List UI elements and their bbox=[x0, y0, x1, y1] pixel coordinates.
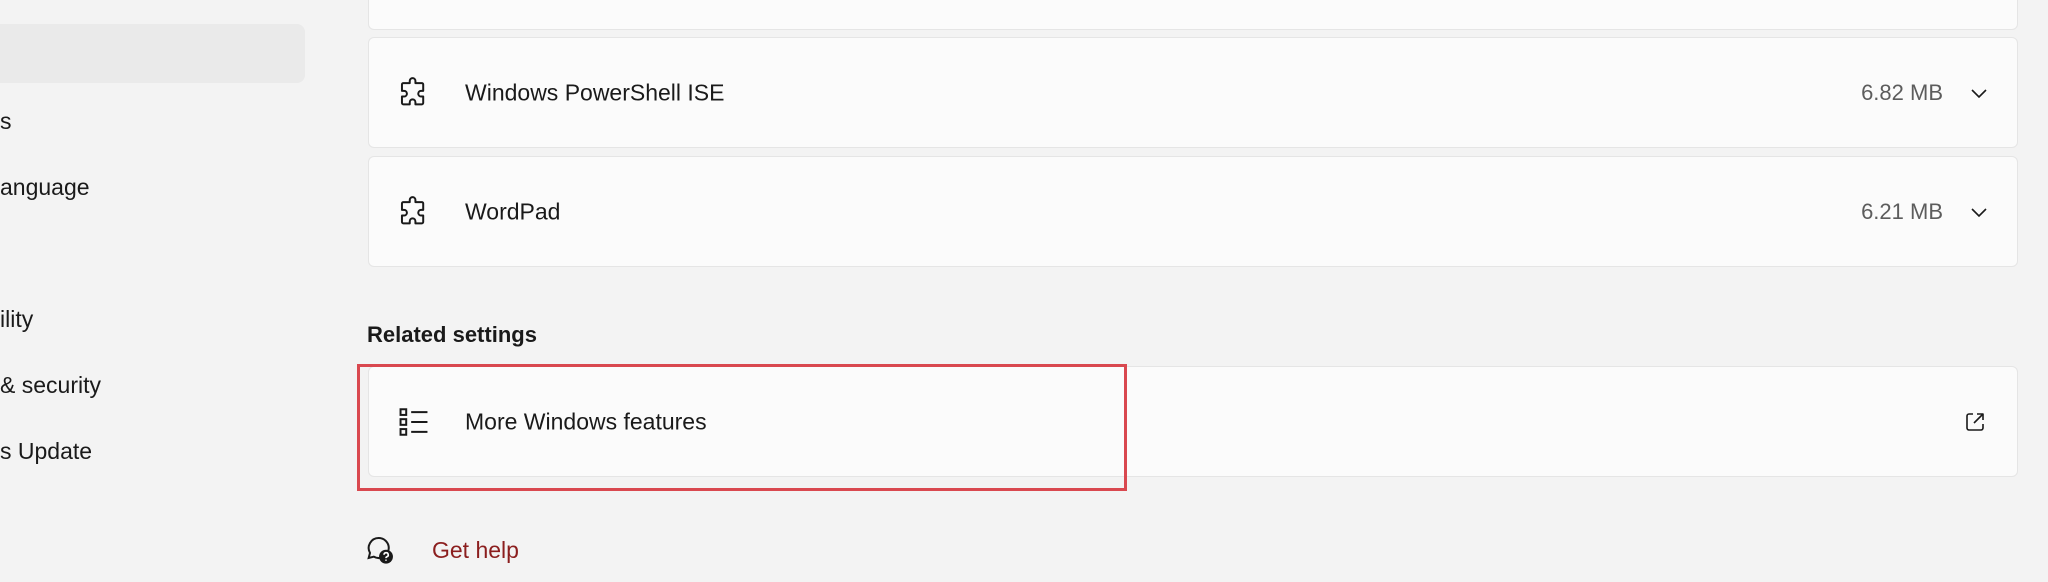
sidebar-item-accessibility[interactable]: ility bbox=[0, 299, 33, 339]
feature-card-previous[interactable] bbox=[368, 0, 2018, 30]
feature-name: Windows PowerShell ISE bbox=[465, 79, 725, 105]
feature-name: WordPad bbox=[465, 198, 561, 224]
sidebar-item-time-language[interactable]: anguage bbox=[0, 167, 90, 207]
chevron-down-icon[interactable] bbox=[1969, 83, 1989, 103]
feature-size: 6.21 MB bbox=[1861, 198, 1943, 224]
puzzle-icon bbox=[400, 76, 425, 105]
settings-page: s anguage ility & security s Update Wind… bbox=[0, 0, 2048, 582]
feature-row-wordpad[interactable]: WordPad 6.21 MB bbox=[368, 156, 2018, 267]
sidebar-item-windows-update[interactable]: s Update bbox=[0, 431, 92, 471]
feature-size: 6.82 MB bbox=[1861, 79, 1943, 105]
chevron-down-icon[interactable] bbox=[1969, 202, 1989, 222]
get-help-link[interactable]: Get help bbox=[364, 530, 519, 570]
sidebar-item-apps[interactable]: s bbox=[0, 101, 12, 141]
list-icon bbox=[399, 407, 428, 436]
help-icon bbox=[367, 536, 393, 564]
get-help-label: Get help bbox=[432, 536, 519, 563]
related-item-label: More Windows features bbox=[465, 408, 707, 434]
sidebar-item-privacy-security[interactable]: & security bbox=[0, 365, 101, 405]
related-settings-heading: Related settings bbox=[367, 322, 537, 347]
sidebar-item-selected[interactable] bbox=[0, 24, 305, 83]
puzzle-icon bbox=[400, 195, 425, 224]
external-link-icon[interactable] bbox=[1963, 410, 1987, 434]
feature-row-powershell-ise[interactable]: Windows PowerShell ISE 6.82 MB bbox=[368, 37, 2018, 148]
sidebar: s anguage ility & security s Update bbox=[0, 0, 320, 582]
related-item-more-windows-features[interactable]: More Windows features bbox=[368, 366, 2018, 477]
